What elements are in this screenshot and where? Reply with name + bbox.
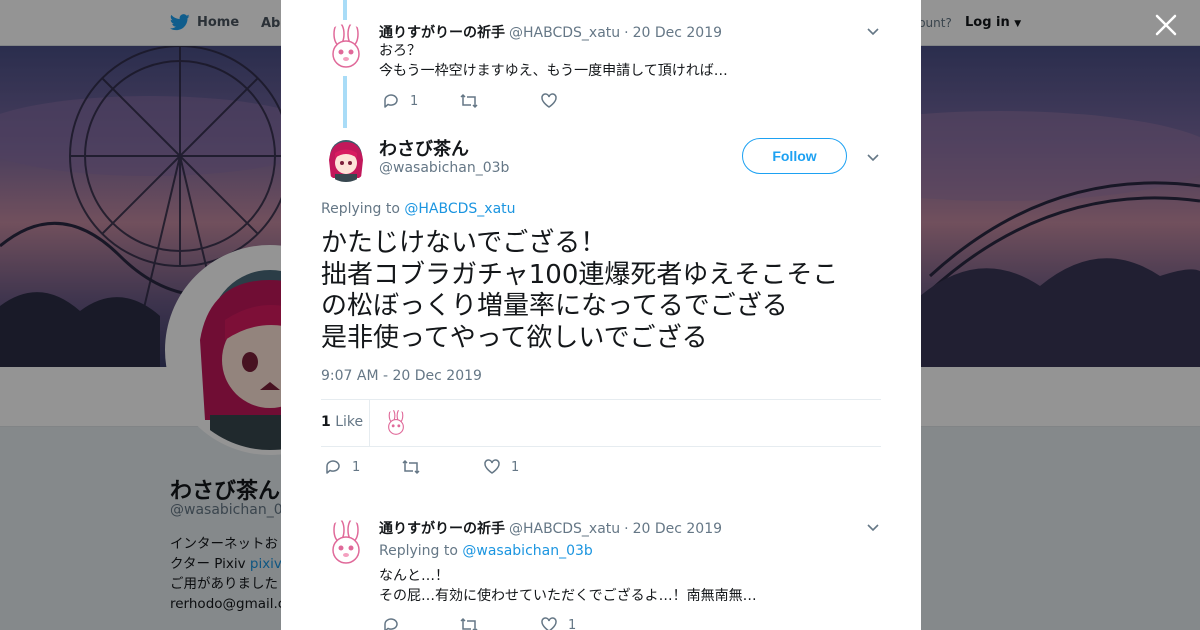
replying-to: Replying to @wasabichan_03b	[379, 543, 593, 559]
heart-icon	[541, 617, 557, 630]
chevron-down-icon[interactable]	[866, 520, 880, 534]
retweet-button[interactable]	[459, 616, 489, 630]
tweet-text-line: おろ？	[379, 43, 421, 59]
tweet-text: なんと…！ その屁…有効に使わせていただくでござるよ…！南無南無…	[379, 566, 757, 606]
retweet-icon	[460, 617, 478, 630]
thread-line	[343, 76, 347, 128]
like-button[interactable]: 1	[483, 458, 519, 476]
chevron-down-icon[interactable]	[866, 150, 880, 164]
likes-stat[interactable]: 1 Like	[321, 414, 363, 430]
replying-prefix: Replying to	[321, 201, 405, 217]
author-name[interactable]: わさび茶ん	[379, 135, 469, 161]
reply-icon	[384, 618, 398, 630]
reply-button[interactable]: 1	[382, 92, 418, 110]
retweet-button[interactable]	[459, 92, 489, 110]
tweet-date[interactable]: 20 Dec 2019	[633, 25, 722, 41]
heart-icon	[484, 459, 500, 474]
follow-button[interactable]: Follow	[742, 138, 847, 174]
tweet-text-line: なんと…！	[379, 568, 449, 584]
tweet-stats: 1 Like	[321, 399, 881, 447]
tweet-header: 通りすがりーの祈手 @HABCDS_xatu · 20 Dec 2019	[379, 22, 722, 42]
like-button[interactable]	[540, 92, 568, 110]
chevron-down-icon[interactable]	[866, 24, 880, 38]
mention-link[interactable]: @HABCDS_xatu	[404, 201, 515, 217]
reply-icon	[326, 460, 340, 474]
author-handle[interactable]: @wasabichan_03b	[379, 160, 509, 176]
tweet-text-line: かたじけないでござる！	[321, 228, 607, 258]
tweet-text-line: の松ぼっくり増量率になってるでござる	[321, 291, 788, 321]
tweet-text-line: 是非使ってやって欲しいでござる	[321, 322, 708, 353]
separator: ·	[624, 521, 629, 537]
author-name[interactable]: 通りすがりーの祈手	[379, 22, 505, 42]
like-count: 1	[568, 617, 577, 630]
replying-to: Replying to @HABCDS_xatu	[321, 201, 516, 217]
heart-icon	[541, 93, 557, 108]
close-icon[interactable]	[1153, 12, 1179, 38]
reply-count: 1	[352, 459, 361, 475]
avatar[interactable]	[323, 520, 369, 566]
tweet-date[interactable]: 20 Dec 2019	[633, 521, 722, 537]
replying-prefix: Replying to	[379, 543, 463, 559]
reply-count: 1	[410, 93, 419, 109]
like-button[interactable]: 1	[540, 616, 576, 630]
tweet-text: おろ？ 今もう一枠空けますゆえ、もう一度申請して頂ければ…	[379, 41, 728, 81]
reply-button[interactable]: 1	[324, 458, 360, 476]
tweet-text-line: その屁…有効に使わせていただくでござるよ…！南無南無…	[379, 588, 757, 604]
thread-line	[343, 0, 347, 20]
reply-icon	[384, 94, 398, 108]
likes-label: Like	[335, 414, 364, 430]
divider	[369, 400, 370, 446]
tweet-text: かたじけないでござる！ 拙者コブラガチャ100連爆死者ゆえそこそこ の松ぼっくり…	[321, 228, 838, 354]
retweet-icon	[460, 93, 478, 109]
retweet-button[interactable]	[401, 458, 431, 476]
likes-count: 1	[321, 414, 331, 430]
mention-link[interactable]: @wasabichan_03b	[462, 543, 592, 559]
liker-avatar[interactable]	[383, 410, 409, 436]
like-count: 1	[511, 459, 520, 475]
author-handle[interactable]: @HABCDS_xatu	[509, 521, 620, 537]
tweet-permalink-modal: 通りすがりーの祈手 @HABCDS_xatu · 20 Dec 2019 おろ？…	[281, 0, 921, 630]
author-handle[interactable]: @HABCDS_xatu	[509, 25, 620, 41]
tweet-text-line: 拙者コブラガチャ100連爆死者ゆえそこそこ	[321, 259, 839, 290]
avatar[interactable]	[323, 136, 369, 182]
author-name[interactable]: 通りすがりーの祈手	[379, 518, 505, 538]
retweet-icon	[402, 459, 420, 475]
tweet-header: 通りすがりーの祈手 @HABCDS_xatu · 20 Dec 2019	[379, 518, 722, 538]
tweet-text-line: 今もう一枠空けますゆえ、もう一度申請して頂ければ…	[379, 63, 728, 79]
tweet-timestamp[interactable]: 9:07 AM - 20 Dec 2019	[321, 368, 482, 384]
avatar[interactable]	[323, 24, 369, 70]
reply-button[interactable]	[382, 616, 410, 630]
separator: ·	[624, 25, 629, 41]
